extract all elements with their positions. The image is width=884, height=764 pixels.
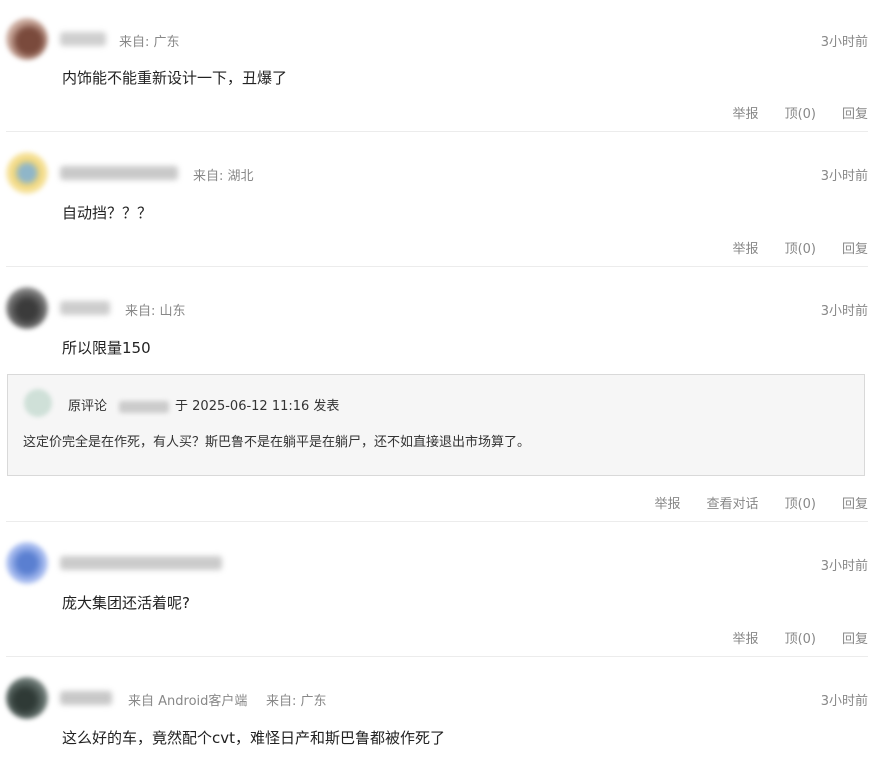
origin-location: 来自: 湖北 (193, 169, 254, 184)
report-button[interactable]: 举报 (655, 493, 681, 512)
reply-button[interactable]: 回复 (842, 238, 868, 257)
comment-actions: 举报 查看对话 顶(0) 回复 (655, 493, 868, 512)
quoted-original-comment: 原评论 于 2025-06-12 11:16 发表 这定价完全是在作死，有人买？斯… (7, 374, 865, 476)
quote-avatar[interactable] (24, 389, 52, 417)
avatar[interactable] (6, 677, 48, 719)
comment-actions: 举报 顶(0) 回复 (733, 238, 868, 257)
comment-text: 自动挡？？？ (62, 204, 153, 222)
avatar[interactable] (6, 18, 48, 60)
quote-username-blurred[interactable] (119, 400, 170, 413)
reply-button[interactable]: 回复 (842, 628, 868, 647)
report-button[interactable]: 举报 (733, 628, 759, 647)
origin-location: 来自: 山东 (125, 304, 186, 319)
avatar[interactable] (6, 542, 48, 584)
quote-text: 这定价完全是在作死，有人买？斯巴鲁不是在躺平是在躺尸，还不如直接退出市场算了。 (23, 435, 531, 450)
origin-location: 来自: 广东 (266, 694, 327, 709)
reply-button[interactable]: 回复 (842, 493, 868, 512)
avatar[interactable] (6, 287, 48, 329)
client-source: 来自 Android客户端 (128, 694, 248, 709)
divider (6, 131, 868, 132)
origin-location: 来自: 广东 (119, 35, 180, 50)
username-blurred[interactable] (60, 301, 110, 315)
username-blurred[interactable] (60, 691, 112, 705)
like-button[interactable]: 顶(0) (785, 103, 816, 122)
comment-text: 庞大集团还活着呢? (62, 594, 190, 612)
username-blurred[interactable] (60, 32, 106, 46)
comment-text: 内饰能不能重新设计一下，丑爆了 (62, 69, 288, 87)
divider (6, 266, 868, 267)
comment-time: 3小时前 (820, 694, 868, 709)
report-button[interactable]: 举报 (733, 238, 759, 257)
comment-time: 3小时前 (820, 559, 868, 574)
like-button[interactable]: 顶(0) (785, 628, 816, 647)
view-conversation-button[interactable]: 查看对话 (707, 493, 759, 512)
comment-time: 3小时前 (820, 35, 868, 50)
comment-time: 3小时前 (820, 169, 868, 184)
username-blurred[interactable] (60, 166, 178, 180)
comment-actions: 举报 顶(0) 回复 (733, 103, 868, 122)
like-button[interactable]: 顶(0) (785, 238, 816, 257)
quote-label: 原评论 (68, 399, 108, 414)
avatar[interactable] (6, 152, 48, 194)
comment-actions: 举报 顶(0) 回复 (733, 628, 868, 647)
like-button[interactable]: 顶(0) (785, 493, 816, 512)
report-button[interactable]: 举报 (733, 103, 759, 122)
reply-button[interactable]: 回复 (842, 103, 868, 122)
divider (6, 656, 868, 657)
username-blurred[interactable] (60, 556, 222, 570)
divider (6, 521, 868, 522)
quote-header: 原评论 于 2025-06-12 11:16 发表 (68, 395, 339, 414)
comment-text: 这么好的车，竟然配个cvt，难怪日产和斯巴鲁都被作死了 (62, 729, 446, 747)
comment-time: 3小时前 (820, 304, 868, 319)
quote-date: 于 2025-06-12 11:16 发表 (175, 399, 340, 414)
comment-text: 所以限量150 (62, 339, 151, 357)
